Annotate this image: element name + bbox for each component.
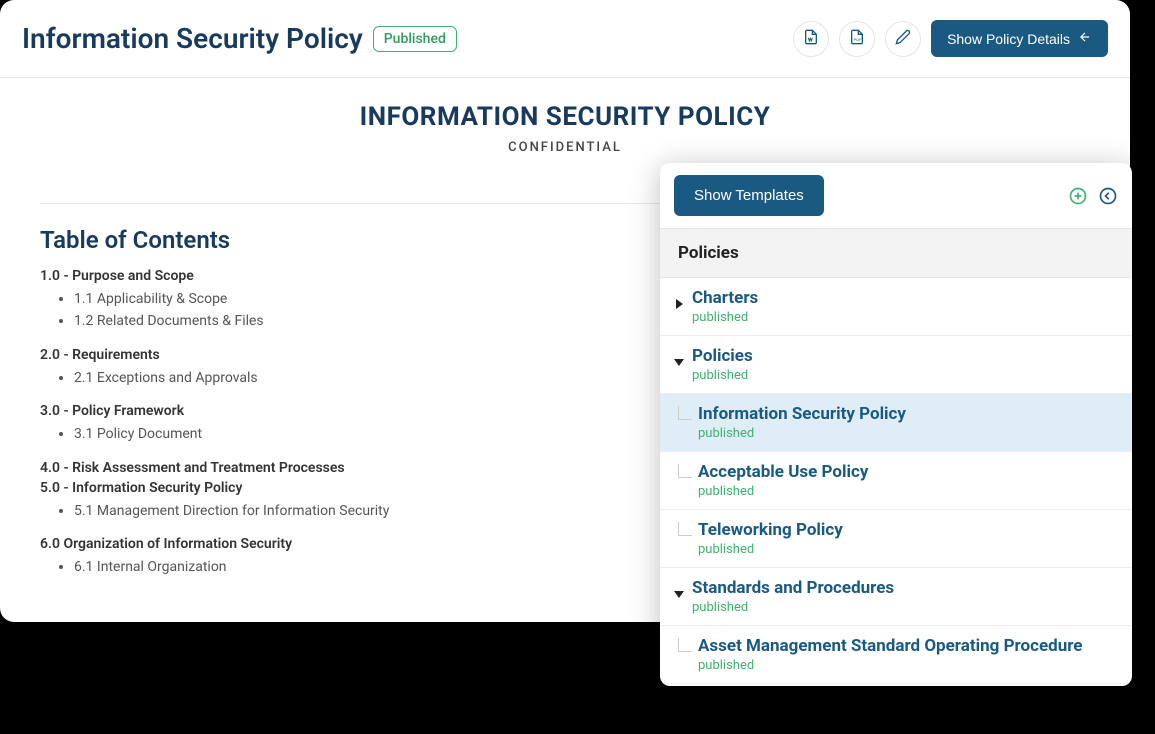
collapse-icon[interactable]: [1098, 186, 1118, 206]
policy-tree: CharterspublishedPoliciespublishedInform…: [660, 278, 1132, 684]
page-title: Information Security Policy: [22, 22, 363, 55]
tree-indent-line: [678, 464, 692, 478]
tree-row-content: Policies published: [692, 346, 1118, 383]
tree-row-content: Standards and Procedures published: [692, 578, 1118, 615]
svg-text:PDF: PDF: [854, 37, 863, 42]
tree-row-title: Teleworking Policy: [698, 520, 1118, 540]
export-pdf-button[interactable]: PDF: [839, 21, 875, 57]
tree-row-status: published: [698, 484, 1118, 499]
document-title: INFORMATION SECURITY POLICY: [40, 102, 1090, 132]
header-right: PDF Show Policy Details: [793, 20, 1108, 57]
tree-row-title: Asset Management Standard Operating Proc…: [698, 636, 1118, 656]
tree-row-status: published: [698, 426, 1118, 441]
header-left: Information Security Policy Published: [22, 22, 457, 55]
panel-top: Show Templates: [660, 163, 1132, 228]
policies-side-panel: Show Templates Policies Charters publishe…: [660, 163, 1132, 686]
header-bar: Information Security Policy Published PD…: [0, 0, 1130, 78]
show-templates-button[interactable]: Show Templates: [674, 175, 824, 216]
status-badge: Published: [373, 26, 457, 52]
tree-row-content: Information Security Policy published: [698, 404, 1118, 441]
arrow-left-icon: [1078, 30, 1092, 47]
tree-row-content: Charters published: [692, 288, 1118, 325]
tree-row-title: Information Security Policy: [698, 404, 1118, 424]
tree-indent-line: [678, 406, 692, 420]
tree-row[interactable]: Information Security Policy published: [660, 394, 1132, 452]
pdf-doc-icon: PDF: [849, 29, 865, 48]
show-policy-details-button[interactable]: Show Policy Details: [931, 20, 1108, 57]
pencil-icon: [895, 29, 911, 48]
caret-down-icon[interactable]: [674, 352, 686, 371]
tree-row-status: published: [698, 658, 1118, 673]
tree-row[interactable]: Teleworking Policy published: [660, 510, 1132, 568]
tree-row-status: published: [692, 368, 1118, 383]
tree-row-status: published: [692, 600, 1118, 615]
tree-indent-line: [678, 522, 692, 536]
tree-row-status: published: [698, 542, 1118, 557]
tree-row-content: Asset Management Standard Operating Proc…: [698, 636, 1118, 673]
tree-row-status: published: [692, 310, 1118, 325]
tree-row[interactable]: Policies published: [660, 336, 1132, 394]
export-word-button[interactable]: [793, 21, 829, 57]
caret-right-icon[interactable]: [674, 294, 686, 313]
document-subtitle: CONFIDENTIAL: [40, 140, 1090, 155]
word-doc-icon: [803, 29, 819, 48]
show-details-label: Show Policy Details: [947, 31, 1070, 47]
panel-top-icons: [1068, 186, 1118, 206]
tree-indent-line: [678, 638, 692, 652]
tree-row-title: Charters: [692, 288, 1118, 308]
tree-row-title: Standards and Procedures: [692, 578, 1118, 598]
tree-row[interactable]: Asset Management Standard Operating Proc…: [660, 626, 1132, 684]
caret-down-icon[interactable]: [674, 584, 686, 603]
add-icon[interactable]: [1068, 186, 1088, 206]
tree-row[interactable]: Standards and Procedures published: [660, 568, 1132, 626]
tree-row-title: Policies: [692, 346, 1118, 366]
tree-row-content: Acceptable Use Policy published: [698, 462, 1118, 499]
panel-heading: Policies: [660, 228, 1132, 278]
tree-row-content: Teleworking Policy published: [698, 520, 1118, 557]
tree-row[interactable]: Acceptable Use Policy published: [660, 452, 1132, 510]
tree-row-title: Acceptable Use Policy: [698, 462, 1118, 482]
tree-row[interactable]: Charters published: [660, 278, 1132, 336]
edit-button[interactable]: [885, 21, 921, 57]
